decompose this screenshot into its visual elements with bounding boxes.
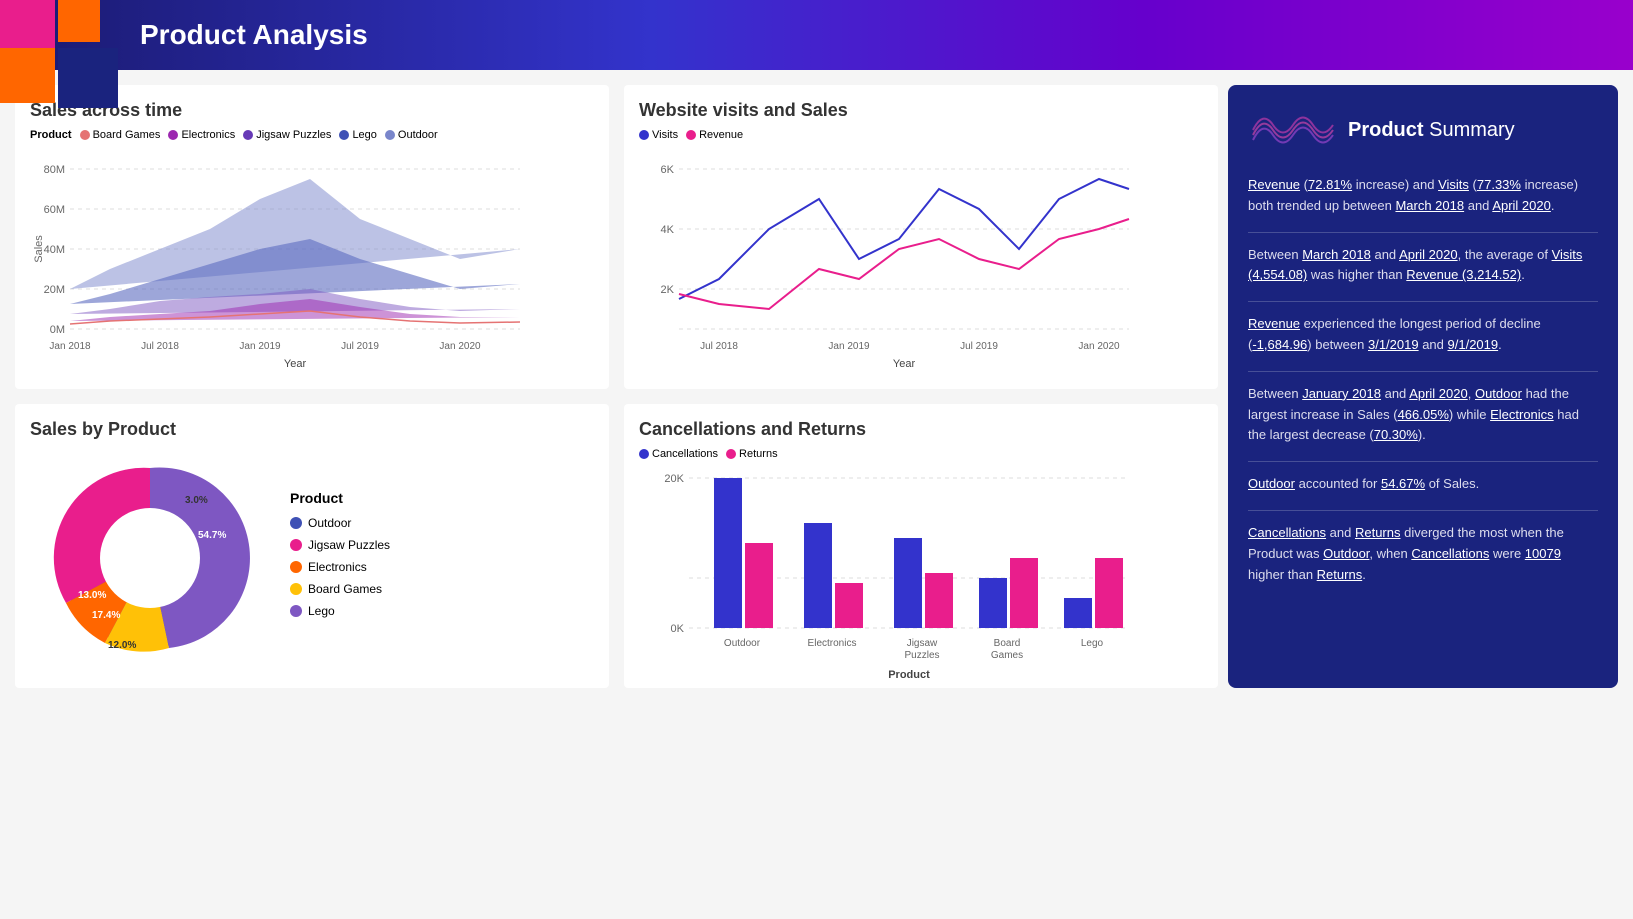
svg-text:6K: 6K — [661, 164, 675, 176]
left-content: Sales across time Product Board Games El… — [15, 85, 1218, 688]
summary-header: Product Summary — [1248, 105, 1598, 155]
legend-title: Product — [290, 490, 390, 506]
sales-by-product-title: Sales by Product — [30, 419, 594, 440]
svg-text:54.7%: 54.7% — [198, 530, 226, 541]
svg-text:Electronics: Electronics — [808, 638, 857, 649]
summary-panel: Product Summary Revenue (72.81% increase… — [1228, 85, 1618, 688]
legend-product-label: Product — [30, 129, 72, 141]
sales-time-svg: 80M 60M 40M 20M 0M Sales — [30, 149, 520, 369]
svg-text:Jan 2020: Jan 2020 — [439, 341, 481, 352]
sales-time-chart: Sales across time Product Board Games El… — [15, 85, 609, 389]
page-title: Product Analysis — [140, 19, 368, 51]
header: Product Analysis — [0, 0, 1633, 70]
legend-visits: Visits — [639, 129, 678, 141]
svg-text:Jul 2019: Jul 2019 — [341, 341, 379, 352]
legend-lego: Lego — [339, 129, 376, 141]
cancellations-svg: 20K 0K — [639, 468, 1129, 668]
svg-text:Puzzles: Puzzles — [904, 650, 939, 661]
legend-jigsaw: Jigsaw Puzzles — [243, 129, 331, 141]
svg-text:0M: 0M — [50, 324, 65, 336]
website-visits-svg: 6K 4K 2K Jul 2018 Jan 2019 Jul 2019 Jan … — [639, 149, 1129, 369]
svg-text:Lego: Lego — [1081, 638, 1104, 649]
summary-p3: Revenue experienced the longest period o… — [1248, 314, 1598, 356]
legend-revenue: Revenue — [686, 129, 743, 141]
summary-p5: Outdoor accounted for 54.67% of Sales. — [1248, 474, 1598, 495]
cancellations-title: Cancellations and Returns — [639, 419, 1203, 440]
svg-text:13.0%: 13.0% — [78, 590, 106, 601]
donut-svg: 54.7% 17.4% 13.0% 12.0% 3.0% — [30, 448, 270, 668]
summary-waves-icon — [1248, 105, 1338, 155]
legend-board-games: Board Games — [80, 129, 161, 141]
legend-electronics: Electronics — [168, 129, 235, 141]
svg-text:Jan 2020: Jan 2020 — [1078, 341, 1120, 352]
svg-text:20M: 20M — [44, 284, 65, 296]
svg-text:Jul 2018: Jul 2018 — [141, 341, 179, 352]
svg-text:Jan 2019: Jan 2019 — [239, 341, 281, 352]
svg-text:Board: Board — [994, 638, 1021, 649]
svg-text:80M: 80M — [44, 164, 65, 176]
svg-text:20K: 20K — [664, 473, 684, 485]
logo — [0, 0, 120, 120]
svg-text:4K: 4K — [661, 224, 675, 236]
svg-text:60M: 60M — [44, 204, 65, 216]
website-visits-title: Website visits and Sales — [639, 100, 1203, 121]
summary-p6: Cancellations and Returns diverged the m… — [1248, 523, 1598, 585]
summary-p1: Revenue (72.81% increase) and Visits (77… — [1248, 175, 1598, 217]
svg-text:3.0%: 3.0% — [185, 495, 208, 506]
svg-text:0K: 0K — [671, 623, 685, 635]
legend-outdoor: Outdoor — [385, 129, 438, 141]
svg-text:2K: 2K — [661, 284, 675, 296]
svg-text:Year: Year — [284, 358, 307, 370]
svg-text:Jan 2019: Jan 2019 — [828, 341, 870, 352]
svg-text:Games: Games — [991, 650, 1023, 661]
svg-text:40M: 40M — [44, 244, 65, 256]
svg-text:Outdoor: Outdoor — [724, 638, 761, 649]
svg-text:Jan 2018: Jan 2018 — [49, 341, 91, 352]
svg-text:Product: Product — [888, 669, 930, 681]
svg-text:Sales: Sales — [33, 235, 45, 263]
summary-p4: Between January 2018 and April 2020, Out… — [1248, 384, 1598, 446]
summary-title: Product Summary — [1348, 119, 1515, 142]
svg-text:17.4%: 17.4% — [92, 610, 120, 621]
legend-returns: Returns — [726, 448, 778, 460]
cancellations-chart: Cancellations and Returns Cancellations … — [624, 404, 1218, 688]
svg-text:Jigsaw: Jigsaw — [907, 638, 938, 649]
legend-cancellations: Cancellations — [639, 448, 718, 460]
svg-text:Jul 2018: Jul 2018 — [700, 341, 738, 352]
summary-p2: Between March 2018 and April 2020, the a… — [1248, 245, 1598, 287]
sales-by-product-chart: Sales by Product — [15, 404, 609, 688]
donut-legend: Product Outdoor Jigsaw Puzzles Electroni… — [290, 490, 390, 626]
svg-text:12.0%: 12.0% — [108, 640, 136, 651]
website-visits-chart: Website visits and Sales Visits Revenue — [624, 85, 1218, 389]
main-content: Sales across time Product Board Games El… — [0, 70, 1633, 703]
svg-text:Jul 2019: Jul 2019 — [960, 341, 998, 352]
svg-text:Year: Year — [893, 358, 916, 370]
